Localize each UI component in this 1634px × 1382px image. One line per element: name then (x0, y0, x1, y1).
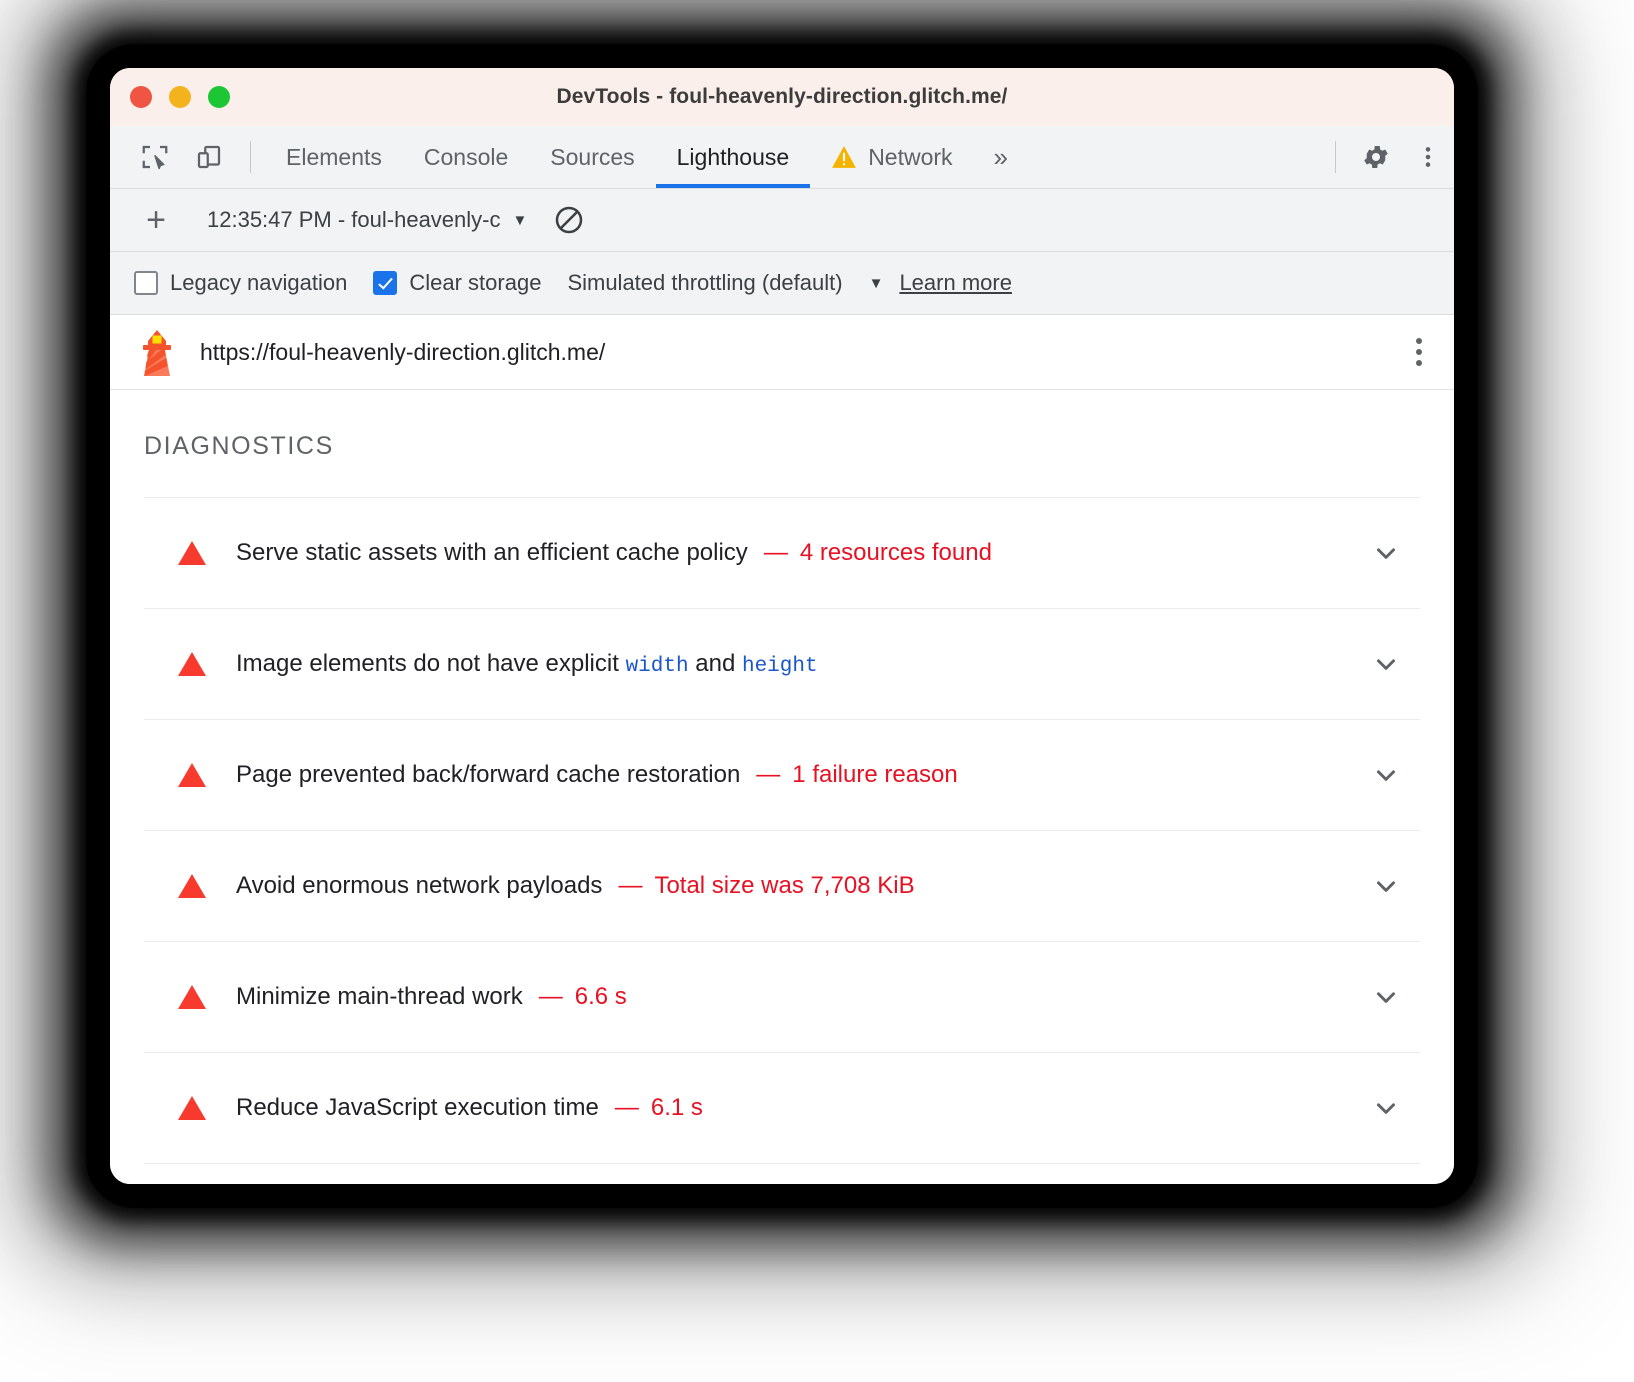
clear-storage-label: Clear storage (409, 270, 541, 296)
tab-sources[interactable]: Sources (529, 126, 655, 188)
audit-row[interactable]: Image elements do not have explicit widt… (144, 608, 1420, 719)
throttling-label: Simulated throttling (default) (567, 270, 842, 296)
audit-dash: — (764, 539, 788, 566)
audit-value-text: 4 resources found (800, 539, 992, 566)
audit-dash: — (618, 872, 642, 899)
warning-triangle-icon (178, 1096, 206, 1120)
audit-title: Serve static assets with an efficient ca… (236, 539, 748, 567)
audit-value-text: Total size was 7,708 KiB (654, 872, 914, 899)
chevron-down-icon[interactable] (1362, 538, 1410, 568)
warning-triangle-icon (178, 541, 206, 565)
no-entry-clear-icon[interactable] (553, 204, 585, 236)
audit-title: Avoid enormous network payloads (236, 872, 602, 900)
minimize-button[interactable] (169, 86, 191, 108)
gear-icon[interactable] (1350, 126, 1402, 188)
kebab-menu-icon[interactable] (1402, 126, 1454, 188)
warning-triangle-icon (178, 874, 206, 898)
diagnostics-panel: DIAGNOSTICS Serve static assets with an … (110, 390, 1454, 1184)
new-report-button[interactable]: + (134, 203, 178, 237)
devtools-tabbar: Elements Console Sources Lighthouse Netw… (110, 126, 1454, 189)
clear-storage-option[interactable]: Clear storage (373, 270, 541, 296)
tab-label: Elements (286, 144, 382, 171)
chevron-down-icon[interactable] (1362, 1093, 1410, 1123)
audit-row[interactable]: Avoid enormous network payloads — Total s… (144, 830, 1420, 941)
lighthouse-toolbar: + 12:35:47 PM - foul-heavenly-c ▼ (110, 189, 1454, 252)
audit-title: Minimize main-thread work (236, 983, 523, 1011)
audit-title: Reduce JavaScript execution time (236, 1094, 599, 1122)
close-button[interactable] (130, 86, 152, 108)
clear-storage-checkbox[interactable] (373, 271, 397, 295)
tab-lighthouse[interactable]: Lighthouse (656, 126, 811, 188)
audit-title: Page prevented back/forward cache restor… (236, 761, 740, 789)
audit-title: Image elements do not have explicit widt… (236, 650, 818, 678)
report-url: https://foul-heavenly-direction.glitch.m… (200, 339, 605, 366)
audit-value-text: 6.1 s (651, 1094, 703, 1121)
audit-dash: — (615, 1094, 639, 1121)
tabbar-right-actions (1321, 126, 1454, 188)
window-titlebar: DevTools - foul-heavenly-direction.glitc… (110, 68, 1454, 126)
audit-value (834, 650, 846, 678)
more-tabs-button[interactable]: » (974, 126, 1028, 188)
audit-row[interactable]: Reduce JavaScript execution time — 6.1 s (144, 1052, 1420, 1163)
maximize-button[interactable] (208, 86, 230, 108)
report-url-bar: https://foul-heavenly-direction.glitch.m… (110, 315, 1454, 390)
chevron-down-icon: ▼ (869, 275, 884, 292)
audit-value-text: 6.6 s (575, 983, 627, 1010)
tab-label: Network (868, 144, 952, 171)
audit-value-text: 1 failure reason (792, 761, 957, 788)
audit-row[interactable]: Serve static assets with an efficient ca… (144, 497, 1420, 608)
audit-dash: — (756, 761, 780, 788)
audit-value: — Total size was 7,708 KiB (618, 872, 914, 900)
chevron-down-icon[interactable] (1362, 982, 1410, 1012)
tab-network[interactable]: Network (810, 126, 973, 188)
audit-value: — 6.1 s (615, 1094, 703, 1122)
chevron-down-icon[interactable] (1362, 871, 1410, 901)
audit-row[interactable]: Page prevented back/forward cache restor… (144, 719, 1420, 830)
audit-value: — 6.6 s (539, 983, 627, 1011)
legacy-navigation-checkbox[interactable] (134, 271, 158, 295)
lighthouse-options-bar: Legacy navigation Clear storage Simulate… (110, 252, 1454, 315)
device-toolbar-icon[interactable] (182, 126, 236, 188)
chevron-down-icon: ▼ (513, 212, 528, 229)
window-controls[interactable] (130, 68, 230, 126)
audit-row[interactable]: Minimize main-thread work — 6.6 s (144, 941, 1420, 1052)
tab-console[interactable]: Console (403, 126, 529, 188)
report-selector-label: 12:35:47 PM - foul-heavenly-c (207, 207, 501, 233)
warning-triangle-icon (178, 985, 206, 1009)
legacy-navigation-label: Legacy navigation (170, 270, 347, 296)
chevron-down-icon[interactable] (1362, 649, 1410, 679)
legacy-navigation-option[interactable]: Legacy navigation (134, 270, 347, 296)
window-title: DevTools - foul-heavenly-direction.glitc… (110, 85, 1454, 109)
warning-triangle-icon (178, 763, 206, 787)
report-kebab-menu-icon[interactable] (1408, 332, 1430, 372)
lighthouse-logo-icon (136, 328, 178, 376)
audit-value: — 4 resources found (764, 539, 992, 567)
tab-label: Sources (550, 144, 634, 171)
audit-value: — 1 failure reason (756, 761, 957, 789)
warning-triangle-icon (831, 145, 857, 169)
inspect-element-icon[interactable] (128, 126, 182, 188)
tabbar-right-divider (1335, 141, 1336, 173)
learn-more-link[interactable]: Learn more (899, 270, 1012, 296)
warning-triangle-icon (178, 652, 206, 676)
devtools-window: DevTools - foul-heavenly-direction.glitc… (110, 68, 1454, 1184)
diagnostics-section-title: DIAGNOSTICS (144, 390, 1420, 497)
tab-label: Lighthouse (677, 144, 790, 171)
toolbar-divider (250, 141, 251, 173)
audit-dash: — (539, 983, 563, 1010)
tab-elements[interactable]: Elements (265, 126, 403, 188)
chevron-down-icon[interactable] (1362, 760, 1410, 790)
tab-label: Console (424, 144, 508, 171)
report-selector-dropdown[interactable]: 12:35:47 PM - foul-heavenly-c ▼ (207, 207, 527, 233)
audit-row-separator (144, 1163, 1420, 1164)
throttling-dropdown[interactable]: Simulated throttling (default) ▼ (567, 270, 883, 296)
